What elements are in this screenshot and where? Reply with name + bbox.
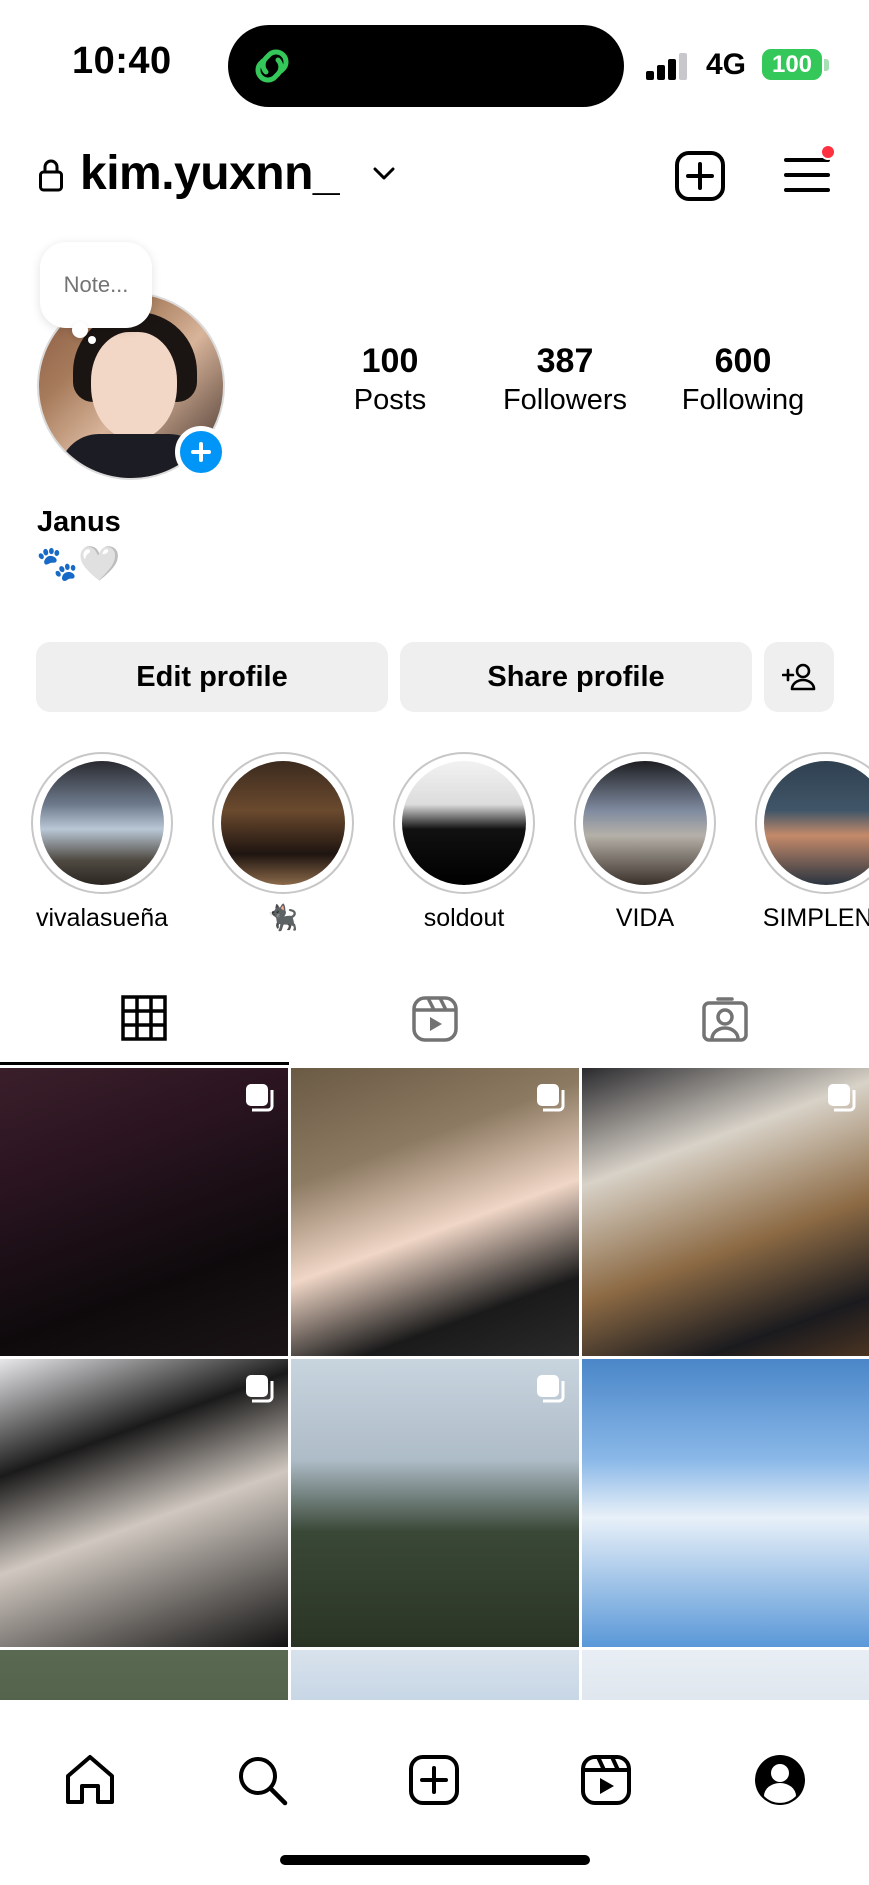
username[interactable]: kim.yuxnn_ [80,146,340,201]
highlight-ring [31,752,173,894]
highlight-item[interactable]: VIDA [555,752,735,933]
post-tile[interactable] [0,1359,288,1647]
carousel-icon [537,1375,565,1403]
reels-icon [412,996,458,1042]
battery-level: 100 [771,51,813,78]
tab-posts[interactable] [0,985,289,1065]
tagged-icon [702,997,748,1042]
highlight-cover [583,761,707,885]
highlight-ring [755,752,869,894]
profile-tabs [0,985,869,1065]
tab-tagged[interactable] [580,985,869,1065]
network-type: 4G [706,48,747,81]
highlight-cover [764,761,869,885]
discover-people-button[interactable] [764,642,834,712]
highlight-item[interactable]: soldout [374,752,554,933]
tab-reels[interactable] [290,985,579,1065]
highlight-label: 🐈‍⬛ [267,904,299,932]
stat-posts[interactable]: 100 Posts [340,340,440,418]
followers-count: 387 [536,342,594,380]
note-tail [72,322,88,338]
chevron-down-icon[interactable] [370,162,398,186]
search-icon[interactable] [234,1752,290,1808]
menu-button[interactable] [782,144,836,198]
stat-following[interactable]: 600 Following [668,340,818,418]
highlight-cover [40,761,164,885]
stat-followers[interactable]: 387 Followers [490,340,640,418]
highlight-label: VIDA [615,904,675,932]
highlight-cover [402,761,526,885]
highlight-item[interactable]: vivalasueña [12,752,192,933]
followers-label: Followers [502,384,628,416]
highlight-label: vivalasueña [35,904,169,932]
highlight-item[interactable]: SIMPLENE [736,752,869,933]
carousel-icon [828,1084,856,1112]
reels-icon[interactable] [578,1752,634,1808]
create-post-button[interactable] [674,150,726,202]
home-indicator[interactable] [280,1855,590,1865]
highlight-ring [574,752,716,894]
profile-header: kim.yuxnn_ [0,140,869,210]
posts-grid [0,1068,869,1702]
post-tile[interactable] [0,1650,288,1702]
post-tile[interactable] [291,1359,579,1647]
notification-dot [820,144,836,160]
create-icon[interactable] [406,1752,462,1808]
highlight-cover [221,761,345,885]
status-time: 10:40 [72,40,172,82]
post-tile[interactable] [0,1068,288,1356]
highlight-label: soldout [423,904,505,932]
highlight-label: SIMPLENE [762,904,869,932]
battery-icon: 100 [762,49,822,80]
story-highlights: vivalasueña 🐈‍⬛ soldout VIDA SIMPLENE [0,752,869,942]
carousel-icon [246,1084,274,1112]
note-placeholder: Note... [63,272,129,297]
post-tile[interactable] [582,1359,869,1647]
dynamic-island [228,25,624,107]
posts-count: 100 [361,342,419,380]
full-name: Janus [37,506,121,538]
add-story-button[interactable] [175,426,227,478]
battery-tip [824,59,829,71]
highlight-item[interactable]: 🐈‍⬛ [193,752,373,933]
bio-text: 🐾🤍 [36,545,121,583]
edit-profile-button[interactable]: Edit profile [36,642,388,712]
highlight-ring [212,752,354,894]
share-profile-button[interactable]: Share profile [400,642,752,712]
highlight-ring [393,752,535,894]
signal-icon [646,52,690,80]
home-icon[interactable] [62,1752,118,1808]
note-bubble[interactable]: Note... [40,242,152,328]
carousel-icon [537,1084,565,1112]
add-person-icon [782,663,816,691]
following-count: 600 [714,342,772,380]
post-tile[interactable] [582,1650,869,1702]
carousel-icon [246,1375,274,1403]
share-profile-label: Share profile [487,661,665,693]
note-tail-small [88,336,96,344]
lock-icon [39,159,63,192]
post-tile[interactable] [291,1650,579,1702]
post-tile[interactable] [582,1068,869,1356]
following-label: Following [681,384,805,416]
posts-label: Posts [353,384,427,416]
link-icon [255,49,289,83]
profile-icon[interactable] [752,1752,808,1808]
grid-icon [121,995,167,1041]
status-bar: 10:40 4G 100 [0,0,869,130]
post-tile[interactable] [291,1068,579,1356]
edit-profile-label: Edit profile [136,661,288,693]
